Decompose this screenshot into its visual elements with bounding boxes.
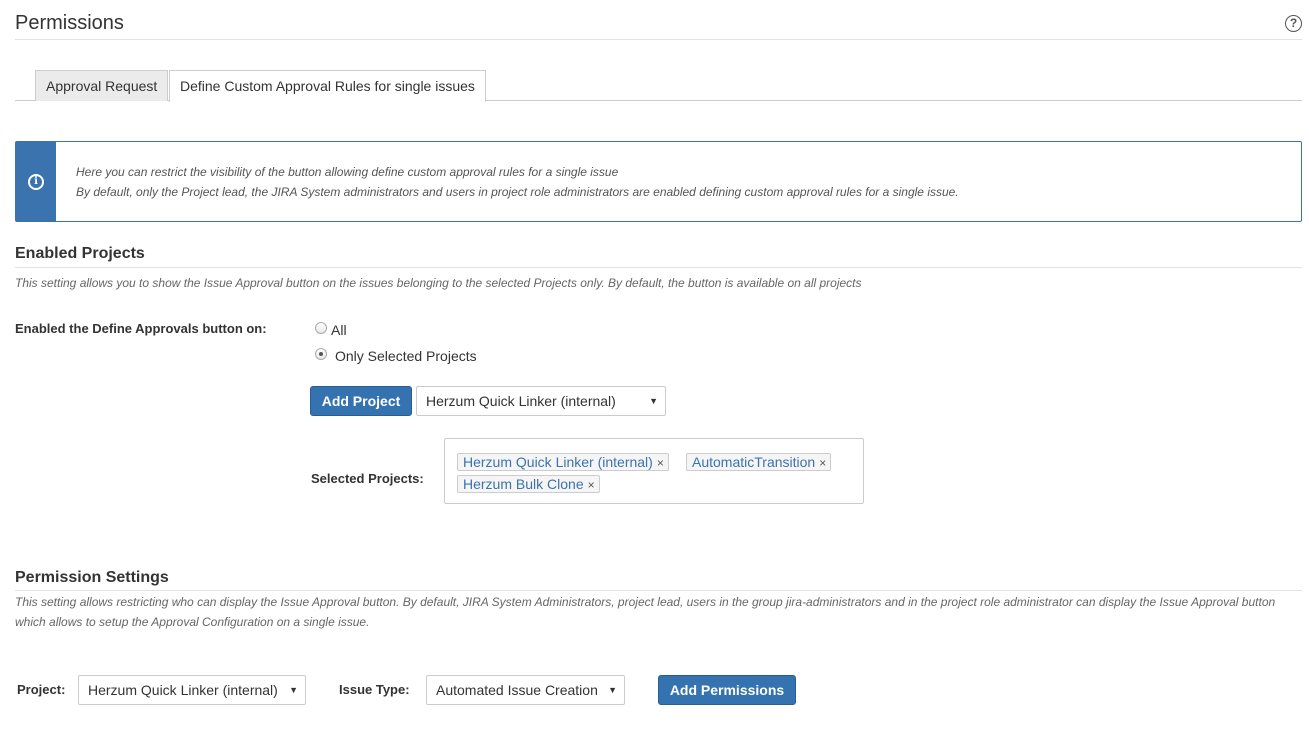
enabled-projects-title: Enabled Projects [15,245,145,262]
radio-only-selected-projects-label: Only Selected Projects [335,348,477,364]
permission-settings-divider [15,590,1302,591]
info-message-bar: i [16,142,56,221]
info-message: i Here you can restrict the visibility o… [15,141,1302,222]
selected-project-chip: AutomaticTransition × [686,453,832,471]
permission-settings-description-1: This setting allows restricting who can … [15,595,1276,609]
page-title: Permissions [15,12,124,34]
permission-settings-title: Permission Settings [15,569,169,586]
remove-icon[interactable]: × [819,456,826,470]
radio-only-selected-projects[interactable] [315,348,327,360]
issue-type-select[interactable]: Automated Issue Creation ▼ [426,675,625,705]
enabled-projects-description: This setting allows you to show the Issu… [15,276,862,290]
tab-define-custom-approval-rules[interactable]: Define Custom Approval Rules for single … [169,70,486,102]
info-line-1: Here you can restrict the visibility of … [76,165,619,179]
add-project-button[interactable]: Add Project [310,386,412,416]
chip-label: Herzum Quick Linker (internal) [463,454,653,470]
remove-icon[interactable]: × [657,456,664,470]
chevron-down-icon: ▼ [649,396,658,406]
enabled-projects-divider [15,267,1302,268]
issue-type-value: Automated Issue Creation [436,682,598,698]
tab-approval-request[interactable]: Approval Request [35,70,169,101]
selected-projects-field[interactable]: Herzum Quick Linker (internal) × Automati… [444,438,864,504]
permission-settings-description-2: which allows to setup the Approval Confi… [15,615,370,629]
add-permissions-button[interactable]: Add Permissions [658,675,796,705]
project-label: Project: [17,682,66,697]
info-icon: i [28,174,44,190]
chevron-down-icon: ▼ [289,685,298,695]
selected-project-chip: Herzum Bulk Clone × [457,475,600,493]
remove-icon[interactable]: × [588,478,595,492]
chip-label: AutomaticTransition [692,454,816,470]
chip-label: Herzum Bulk Clone [463,476,584,492]
help-icon[interactable]: ? [1285,15,1302,32]
issue-type-label: Issue Type: [339,682,410,697]
permission-project-select[interactable]: Herzum Quick Linker (internal) ▼ [78,675,306,705]
selected-projects-label: Selected Projects: [311,471,424,486]
radio-all-label: All [331,322,347,338]
permission-project-value: Herzum Quick Linker (internal) [88,682,278,698]
info-line-2: By default, only the Project lead, the J… [76,185,959,199]
project-select-value: Herzum Quick Linker (internal) [426,393,616,409]
chevron-down-icon: ▼ [608,685,617,695]
selected-project-chip: Herzum Quick Linker (internal) × [457,453,669,471]
enabled-button-label: Enabled the Define Approvals button on: [15,321,267,336]
radio-all[interactable] [315,322,327,334]
title-divider [15,39,1302,40]
project-select[interactable]: Herzum Quick Linker (internal) ▼ [416,386,666,416]
